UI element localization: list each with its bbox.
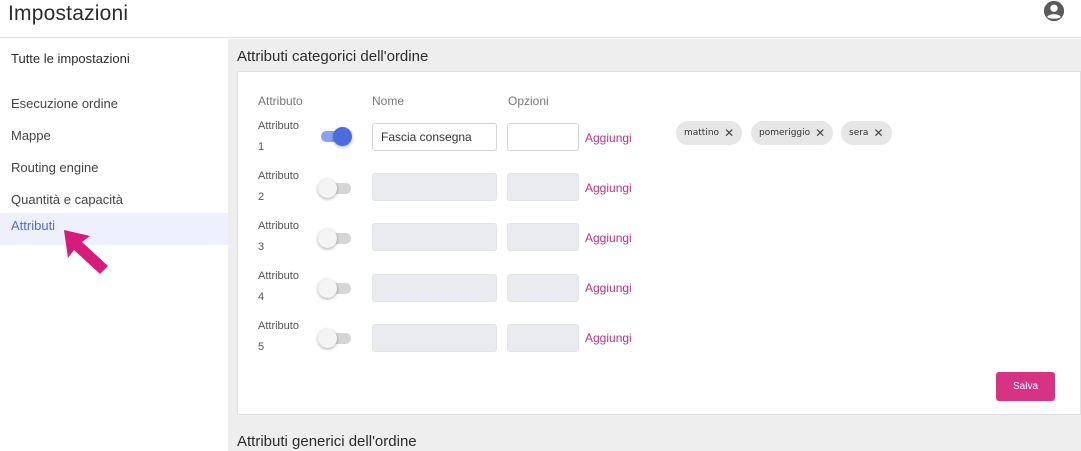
row-label: Attributo 5 [258,316,318,358]
row-label-number: 4 [258,291,265,303]
top-bar: Impostazioni [0,0,1081,38]
option-chip: mattino ✕ [676,121,743,145]
row-label: Attributo 1 [258,116,318,158]
main-content: Attributi categorici dell'ordine Attribu… [228,39,1081,451]
column-header-options: Opzioni [508,94,549,108]
option-chip: sera ✕ [841,121,892,145]
attribute-5-name-input[interactable] [372,324,497,352]
close-icon[interactable]: ✕ [724,121,734,145]
attribute-3-option-input[interactable] [507,223,579,251]
attribute-2-option-input[interactable] [507,173,579,201]
column-header-attribute: Attributo [258,94,303,108]
page-title: Impostazioni [8,2,129,25]
row-label-word: Attributo [258,170,299,182]
attribute-1-option-input[interactable] [507,123,579,151]
attribute-2-add-link[interactable]: Aggiungi [585,181,632,195]
attribute-5-add-link[interactable]: Aggiungi [585,331,632,345]
sidebar-item-routing-engine[interactable]: Routing engine [0,155,228,187]
save-button[interactable]: Salva [996,372,1055,401]
attribute-1-toggle[interactable] [318,125,352,147]
attribute-3-toggle[interactable] [318,227,352,249]
row-label-word: Attributo [258,220,299,232]
row-label-word: Attributo [258,120,299,132]
pointer-arrow-icon [64,230,108,274]
attribute-2-name-input[interactable] [372,173,497,201]
row-label-word: Attributo [258,270,299,282]
section-title-categorical: Attributi categorici dell'ordine [237,48,429,65]
account-circle-icon[interactable] [1043,0,1065,22]
row-label-number: 3 [258,241,265,253]
row-label: Attributo 2 [258,166,318,208]
chip-label: pomeriggio [759,128,811,138]
attribute-4-add-link[interactable]: Aggiungi [585,281,632,295]
attribute-5-option-input[interactable] [507,324,579,352]
close-icon[interactable]: ✕ [873,121,883,145]
attribute-2-toggle[interactable] [318,177,352,199]
row-label-word: Attributo [258,320,299,332]
sidebar-item-esecuzione-ordine[interactable]: Esecuzione ordine [0,91,228,123]
attribute-1-add-link[interactable]: Aggiungi [585,131,632,145]
sidebar-item-mappe[interactable]: Mappe [0,123,228,155]
chip-label: sera [849,128,869,138]
row-label-number: 1 [258,141,265,153]
attribute-3-add-link[interactable]: Aggiungi [585,231,632,245]
attribute-4-option-input[interactable] [507,274,579,302]
attribute-4-toggle[interactable] [318,277,352,299]
row-label-number: 2 [258,191,265,203]
row-label: Attributo 3 [258,216,318,258]
attribute-3-name-input[interactable] [372,223,497,251]
option-chip: pomeriggio ✕ [751,121,834,145]
sidebar-header: Tutte le impostazioni [11,51,130,66]
attributes-card [237,71,1081,415]
attribute-5-toggle[interactable] [318,327,352,349]
row-label: Attributo 4 [258,266,318,308]
attribute-4-name-input[interactable] [372,274,497,302]
row-label-number: 5 [258,341,265,353]
section-title-generic: Attributi generici dell'ordine [237,433,417,450]
column-header-name: Nome [372,94,405,108]
attribute-1-name-input[interactable] [372,123,497,151]
chip-label: mattino [684,128,720,138]
close-icon[interactable]: ✕ [815,121,825,145]
